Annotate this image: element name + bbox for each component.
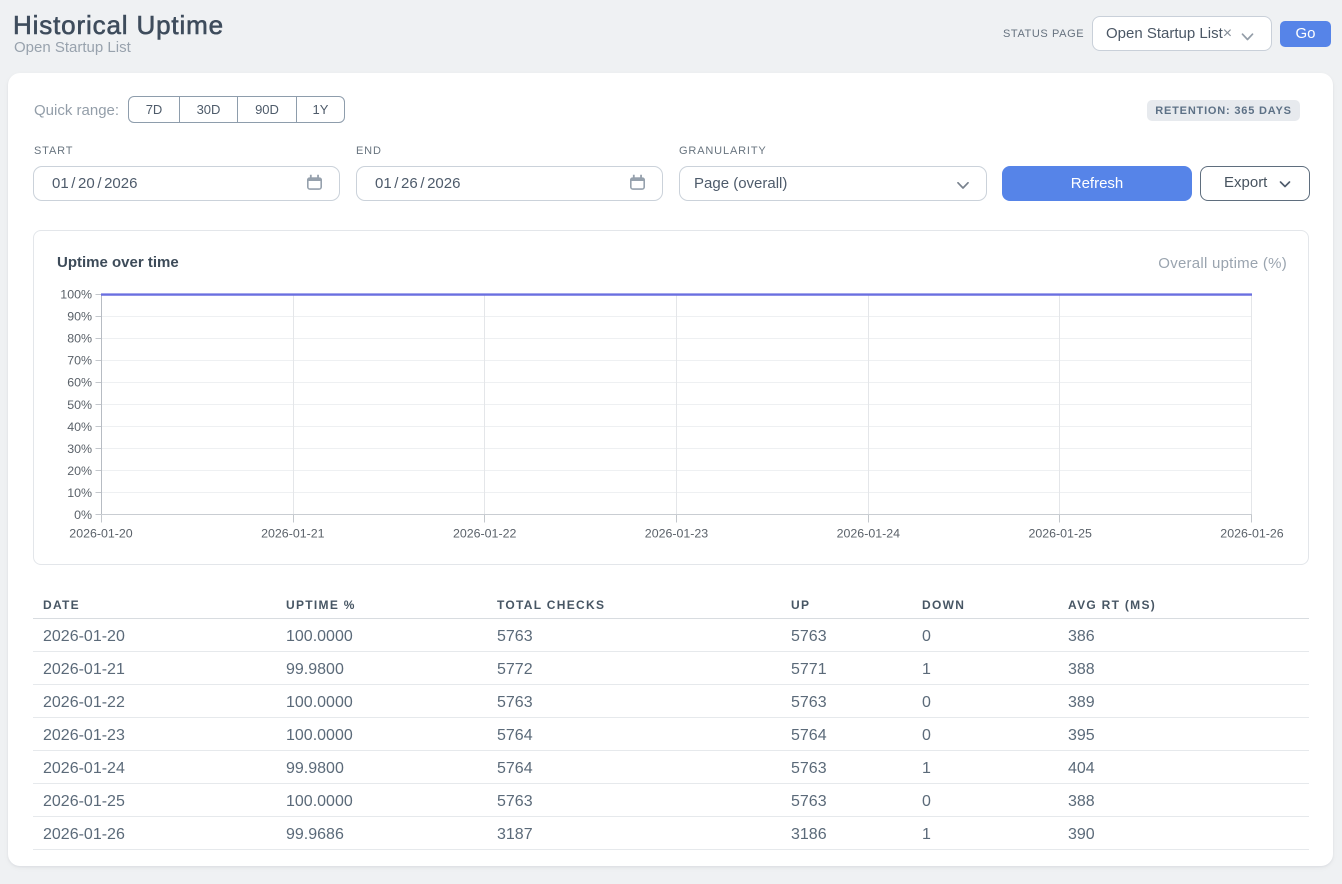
- svg-text:0%: 0%: [74, 508, 92, 522]
- svg-text:10%: 10%: [67, 486, 92, 500]
- svg-text:2026-01-26: 2026-01-26: [1220, 527, 1283, 541]
- svg-text:90%: 90%: [67, 310, 92, 324]
- svg-text:2026-01-24: 2026-01-24: [837, 527, 900, 541]
- svg-text:50%: 50%: [67, 398, 92, 412]
- svg-text:30%: 30%: [67, 442, 92, 456]
- svg-text:2026-01-22: 2026-01-22: [453, 527, 516, 541]
- svg-text:80%: 80%: [67, 332, 92, 346]
- svg-text:70%: 70%: [67, 354, 92, 368]
- svg-text:2026-01-25: 2026-01-25: [1028, 527, 1091, 541]
- svg-text:20%: 20%: [67, 464, 92, 478]
- svg-text:100%: 100%: [60, 288, 92, 302]
- svg-text:2026-01-20: 2026-01-20: [69, 527, 132, 541]
- svg-text:40%: 40%: [67, 420, 92, 434]
- svg-text:2026-01-21: 2026-01-21: [261, 527, 324, 541]
- svg-text:2026-01-23: 2026-01-23: [645, 527, 708, 541]
- svg-text:60%: 60%: [67, 376, 92, 390]
